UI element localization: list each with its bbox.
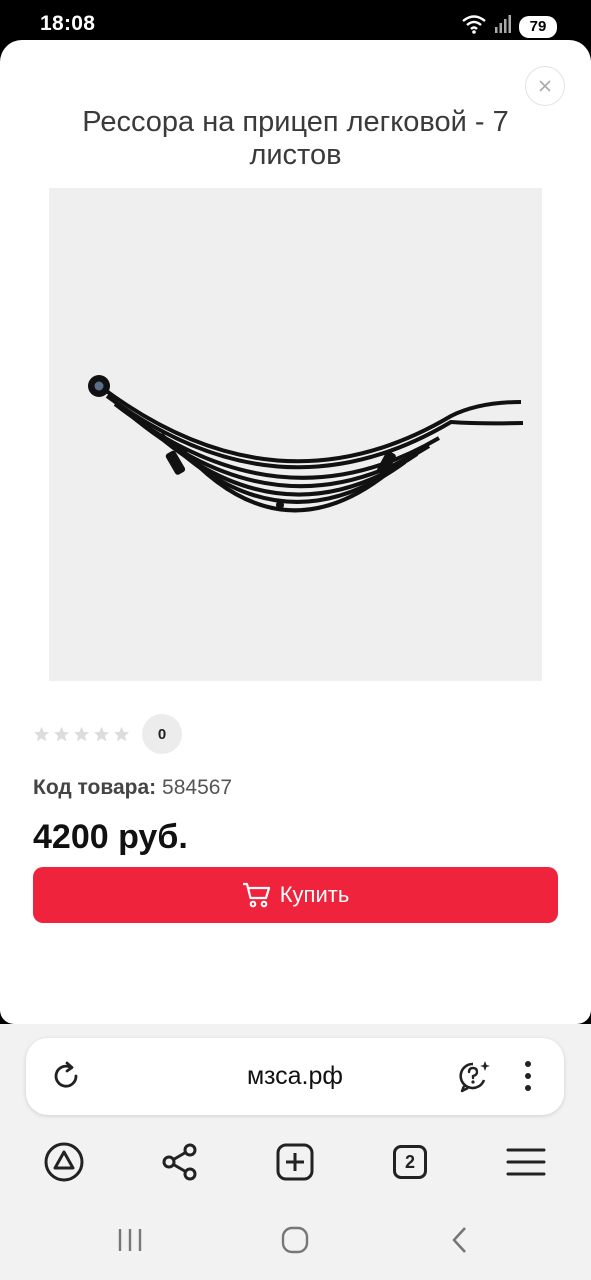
tabs-icon[interactable]: 2 xyxy=(388,1140,432,1184)
star-icon xyxy=(93,726,110,741)
product-title: Рессора на прицеп легковой - 7 листов xyxy=(82,106,509,171)
status-bar: 18:08 79 xyxy=(0,0,591,44)
tabs-count: 2 xyxy=(393,1145,427,1179)
alice-icon[interactable] xyxy=(42,1140,86,1184)
close-button[interactable] xyxy=(525,66,565,106)
leaf-spring-image[interactable] xyxy=(49,188,542,681)
star-icon xyxy=(33,726,50,741)
back-icon[interactable] xyxy=(440,1222,480,1258)
status-time: 18:08 xyxy=(40,12,96,35)
rating: 0 xyxy=(33,714,182,754)
recent-apps-icon[interactable] xyxy=(110,1222,150,1258)
address-bar[interactable]: мзса.рф xyxy=(26,1038,564,1115)
status-icons: 79 xyxy=(461,14,557,39)
sku-value: 584567 xyxy=(162,776,233,799)
browser-chrome: мзса.рф 2 xyxy=(0,1024,591,1280)
buy-button[interactable]: Купить xyxy=(33,867,558,923)
review-count-badge[interactable]: 0 xyxy=(142,714,182,754)
product-modal: Рессора на прицеп легковой - 7 листов 0 … xyxy=(0,40,591,1024)
add-tab-icon[interactable] xyxy=(273,1140,317,1184)
menu-icon[interactable] xyxy=(504,1140,548,1184)
star-icon xyxy=(53,726,70,741)
ai-assistant-icon[interactable] xyxy=(456,1058,492,1094)
share-icon[interactable] xyxy=(158,1140,202,1184)
product-sku: Код товара: 584567 xyxy=(33,776,232,800)
wifi-icon xyxy=(461,14,487,39)
signal-icon xyxy=(495,15,511,38)
system-nav-bar xyxy=(0,1214,591,1264)
battery-icon: 79 xyxy=(519,15,557,38)
buy-button-label: Купить xyxy=(279,882,350,907)
rating-stars xyxy=(33,726,130,743)
sku-label: Код товара: xyxy=(33,776,157,799)
star-icon xyxy=(113,726,130,741)
home-icon[interactable] xyxy=(275,1222,315,1258)
cart-icon xyxy=(242,882,270,908)
more-options-icon[interactable] xyxy=(514,1058,542,1094)
product-price: 4200 руб. xyxy=(33,818,188,856)
browser-toolbar: 2 xyxy=(0,1136,591,1188)
star-icon xyxy=(73,726,90,741)
close-icon xyxy=(539,80,551,92)
